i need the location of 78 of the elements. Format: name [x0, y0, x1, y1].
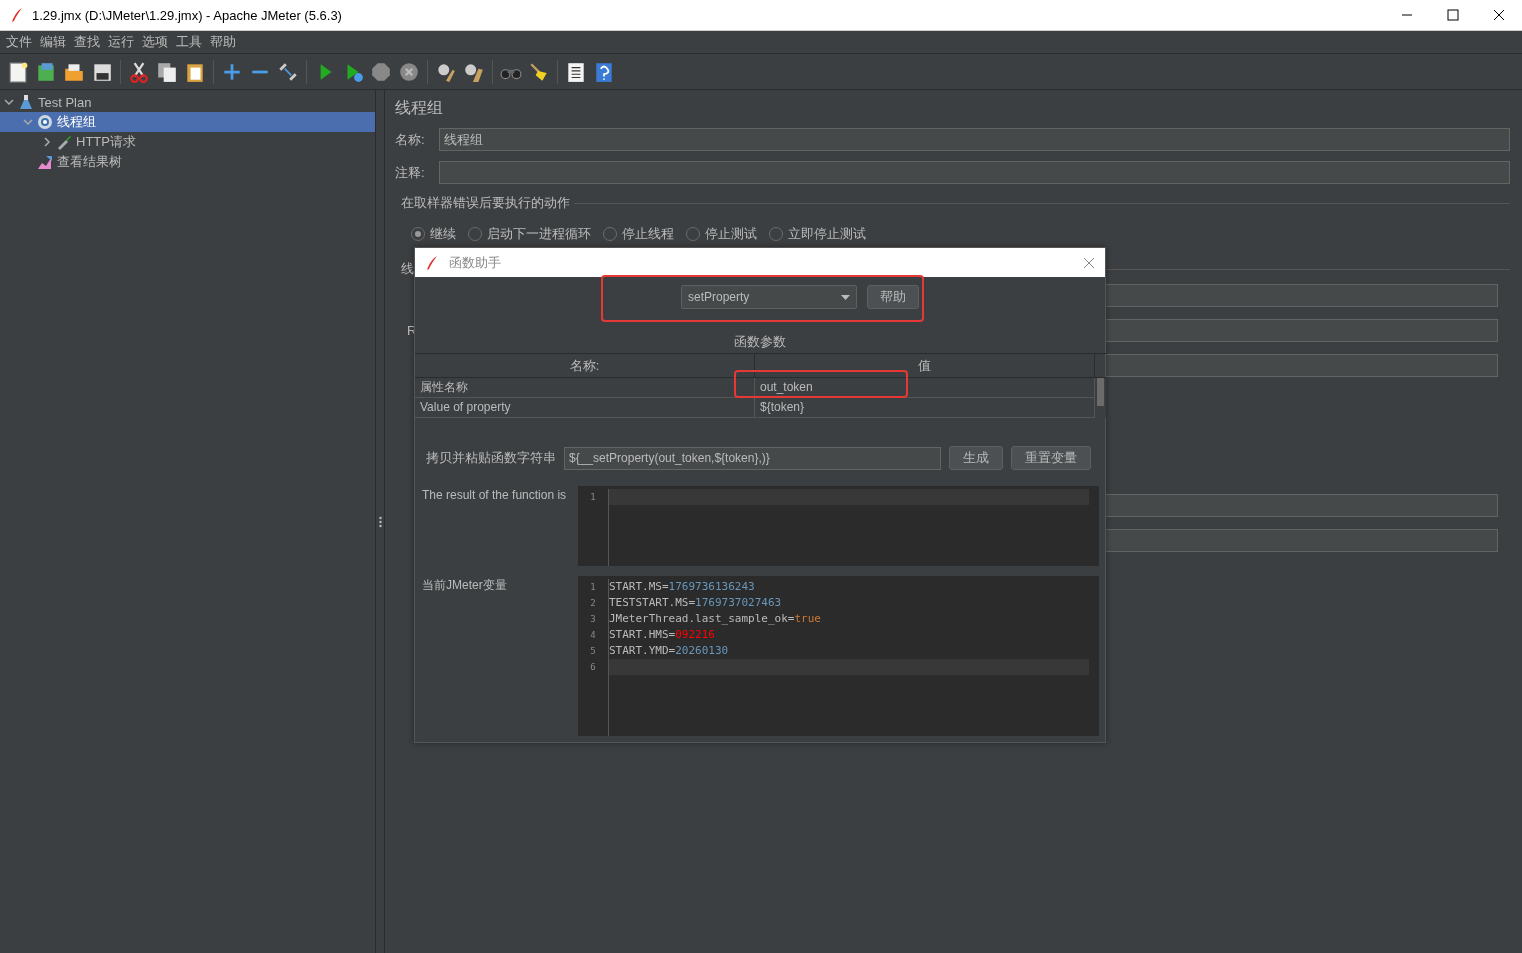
close-icon[interactable] [1493, 9, 1505, 21]
line-number: 1 [589, 581, 597, 594]
table-cell: Value of property [415, 398, 755, 418]
code-line: TESTSTART.MS=1769737027463 [609, 595, 783, 611]
menu-item[interactable]: 选项 [140, 33, 174, 51]
field-label: 拷贝并粘贴函数字符串 [426, 449, 556, 467]
copy-icon[interactable] [156, 60, 178, 83]
line-number: 6 [589, 661, 597, 674]
menu-item[interactable]: 帮助 [208, 33, 242, 51]
radio-option[interactable]: 停止线程 [603, 225, 674, 243]
menu-item[interactable]: 工具 [174, 33, 208, 51]
menu-item[interactable]: 查找 [72, 33, 106, 51]
window-title: 1.29.jmx (D:\JMeter\1.29.jmx) - Apache JMeter (5.6.3) [32, 7, 343, 23]
dialog-title: 函数助手 [449, 253, 502, 272]
group-title: 线 [401, 260, 414, 278]
tree-item[interactable]: 线程组 [0, 112, 375, 132]
radio-option[interactable]: 启动下一进程循环 [468, 225, 591, 243]
reset-button[interactable]: 重置变量 [1011, 446, 1091, 470]
book-icon[interactable] [35, 60, 57, 83]
code-line: START.HMS=092216 [609, 627, 716, 643]
menu-item[interactable]: 运行 [106, 33, 140, 51]
function-dropdown[interactable]: setProperty [681, 285, 857, 309]
new-file-icon[interactable] [7, 60, 29, 83]
splitter-handle-icon[interactable] [378, 515, 382, 528]
table-cell: ${token} [755, 398, 1095, 418]
pipette-icon [56, 134, 72, 150]
panel-title: 线程组 [395, 98, 444, 118]
menu-item[interactable]: 编辑 [38, 33, 72, 51]
radio-option[interactable]: 立即停止测试 [769, 225, 866, 243]
flask-icon [18, 94, 34, 110]
tree-item[interactable]: Test Plan [0, 92, 375, 112]
line-number: 3 [589, 613, 597, 626]
scrollbar-thumb[interactable] [1097, 378, 1104, 406]
line-number: 4 [589, 629, 597, 642]
line-number: 2 [589, 597, 597, 610]
radio-option[interactable]: 继续 [411, 225, 456, 243]
menu-item[interactable]: 文件 [4, 33, 38, 51]
code-line: JMeterThread.last_sample_ok=true [609, 611, 822, 627]
help-button[interactable]: 帮助 [867, 285, 919, 309]
radio-option[interactable]: 停止测试 [686, 225, 757, 243]
comment-field[interactable] [439, 161, 1510, 184]
radio-button[interactable] [468, 227, 482, 241]
list-icon[interactable] [565, 60, 587, 83]
name-field[interactable]: 线程组 [439, 128, 1510, 151]
stop-icon[interactable] [370, 60, 392, 83]
chart-icon [37, 154, 53, 170]
result-editor[interactable]: 1 [578, 486, 1099, 566]
code-line: START.MS=1769736136243 [609, 579, 756, 595]
radio-button[interactable] [603, 227, 617, 241]
radio-button[interactable] [411, 227, 425, 241]
feather-icon [10, 7, 24, 23]
shutdown-icon[interactable] [398, 60, 420, 83]
help-icon[interactable] [593, 60, 615, 83]
radio-button[interactable] [686, 227, 700, 241]
tree-item[interactable]: HTTP请求 [0, 132, 375, 152]
field-label: 名称: [395, 130, 426, 149]
line-number: 5 [589, 645, 597, 658]
gear-icon [37, 114, 53, 130]
line-number: 1 [589, 491, 597, 504]
group-title: 在取样器错误后要执行的动作 [401, 194, 570, 212]
column-header: 值 [755, 354, 1095, 378]
field-label: The result of the function is [422, 487, 568, 504]
generate-button[interactable]: 生成 [949, 446, 1003, 470]
column-header: 名称: [415, 354, 755, 378]
function-string-field[interactable]: ${__setProperty(out_token,${token},)} [564, 446, 941, 470]
code-line: START.YMD=20260130 [609, 643, 730, 659]
feather-icon [425, 254, 439, 271]
variables-editor[interactable]: 1 2 3 4 5 6 START.MS=1769736136243 TESTSTART.MS=1769737027463 JMeterThread.last_sample_ok=true START.HMS=092216 START.YMD=20260130 [578, 576, 1099, 736]
caret-icon [841, 294, 850, 300]
section-title: 函数参数 [733, 333, 787, 351]
tree-item[interactable]: 查看结果树 [0, 152, 375, 172]
radio-button[interactable] [769, 227, 783, 241]
table-cell: out_token [755, 378, 1095, 398]
cut-icon[interactable] [128, 60, 150, 83]
field-label: 注释: [395, 163, 426, 182]
maximize-icon[interactable] [1447, 9, 1459, 21]
table-cell: 属性名称 [415, 378, 755, 398]
field-label: 当前JMeter变量 [422, 577, 508, 594]
